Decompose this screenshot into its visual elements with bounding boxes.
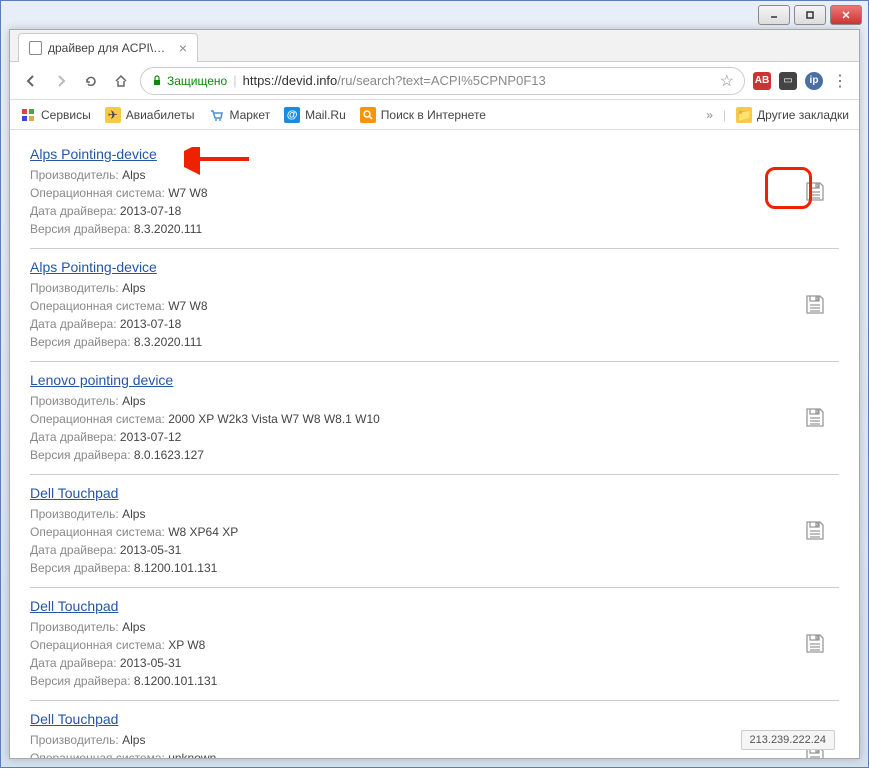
browser-toolbar: Защищено | https://devid.info/ru/search?…: [10, 62, 859, 100]
result-item: Dell Touchpad Производитель: Alps Операц…: [30, 588, 839, 701]
result-title-link[interactable]: Dell Touchpad: [30, 485, 118, 501]
result-title-link[interactable]: Lenovo pointing device: [30, 372, 173, 388]
result-title-link[interactable]: Dell Touchpad: [30, 711, 118, 727]
maximize-button[interactable]: [794, 5, 826, 25]
bookmark-star-icon[interactable]: ☆: [720, 71, 734, 91]
forward-button[interactable]: [50, 70, 72, 92]
page-content: Alps Pointing-device Производитель: Alps…: [10, 130, 859, 758]
folder-icon: 📁: [736, 107, 752, 123]
close-window-button[interactable]: [830, 5, 862, 25]
window-titlebar: [1, 1, 868, 29]
floppy-icon: [803, 406, 827, 430]
floppy-icon: [803, 293, 827, 317]
bookmarks-bar: Сервисы ✈ Авиабилеты Маркет @ Mail.Ru По…: [10, 100, 859, 130]
mail-icon: @: [284, 107, 300, 123]
back-button[interactable]: [20, 70, 42, 92]
result-item: Dell Touchpad Производитель: Alps Операц…: [30, 701, 839, 758]
bookmark-aviabilety[interactable]: ✈ Авиабилеты: [105, 107, 195, 123]
browser-tab[interactable]: драйвер для ACPI\PNP0 ×: [18, 33, 198, 62]
apps-icon: [20, 107, 36, 123]
ip-badge: 213.239.222.24: [741, 730, 835, 750]
reload-button[interactable]: [80, 70, 102, 92]
search-web-icon: [360, 107, 376, 123]
plane-icon: ✈: [105, 107, 121, 123]
floppy-icon: [803, 632, 827, 656]
floppy-icon: [803, 180, 827, 204]
ip-extension-icon[interactable]: ip: [805, 72, 823, 90]
url-text: https://devid.info/ru/search?text=ACPI%5…: [243, 73, 546, 88]
result-item: Dell Touchpad Производитель: Alps Операц…: [30, 475, 839, 588]
result-title-link[interactable]: Alps Pointing-device: [30, 146, 157, 162]
lock-icon: [151, 75, 163, 87]
result-title-link[interactable]: Dell Touchpad: [30, 598, 118, 614]
floppy-icon: [803, 519, 827, 543]
extension-icon[interactable]: ▭: [779, 72, 797, 90]
cart-icon: [208, 107, 224, 123]
download-button[interactable]: [801, 178, 829, 206]
tab-strip: драйвер для ACPI\PNP0 ×: [10, 30, 859, 62]
other-bookmarks-button[interactable]: 📁 Другие закладки: [736, 107, 849, 123]
page-icon: [29, 41, 42, 55]
menu-button[interactable]: ⋮: [831, 72, 849, 90]
secure-badge: Защищено: [151, 74, 227, 88]
result-item: Alps Pointing-device Производитель: Alps…: [30, 249, 839, 362]
tab-title: драйвер для ACPI\PNP0: [48, 41, 173, 55]
adblock-icon[interactable]: AB: [753, 72, 771, 90]
download-button[interactable]: [801, 630, 829, 658]
result-item: Lenovo pointing device Производитель: Al…: [30, 362, 839, 475]
download-button[interactable]: [801, 517, 829, 545]
download-button[interactable]: [801, 291, 829, 319]
close-tab-button[interactable]: ×: [179, 40, 187, 56]
bookmark-mailru[interactable]: @ Mail.Ru: [284, 107, 346, 123]
overflow-chevron-icon[interactable]: »: [706, 108, 713, 122]
bookmark-market[interactable]: Маркет: [208, 107, 270, 123]
apps-button[interactable]: Сервисы: [20, 107, 91, 123]
minimize-button[interactable]: [758, 5, 790, 25]
address-bar[interactable]: Защищено | https://devid.info/ru/search?…: [140, 67, 745, 95]
result-item: Alps Pointing-device Производитель: Alps…: [30, 136, 839, 249]
home-button[interactable]: [110, 70, 132, 92]
download-button[interactable]: [801, 404, 829, 432]
bookmark-search[interactable]: Поиск в Интернете: [360, 107, 486, 123]
result-title-link[interactable]: Alps Pointing-device: [30, 259, 157, 275]
